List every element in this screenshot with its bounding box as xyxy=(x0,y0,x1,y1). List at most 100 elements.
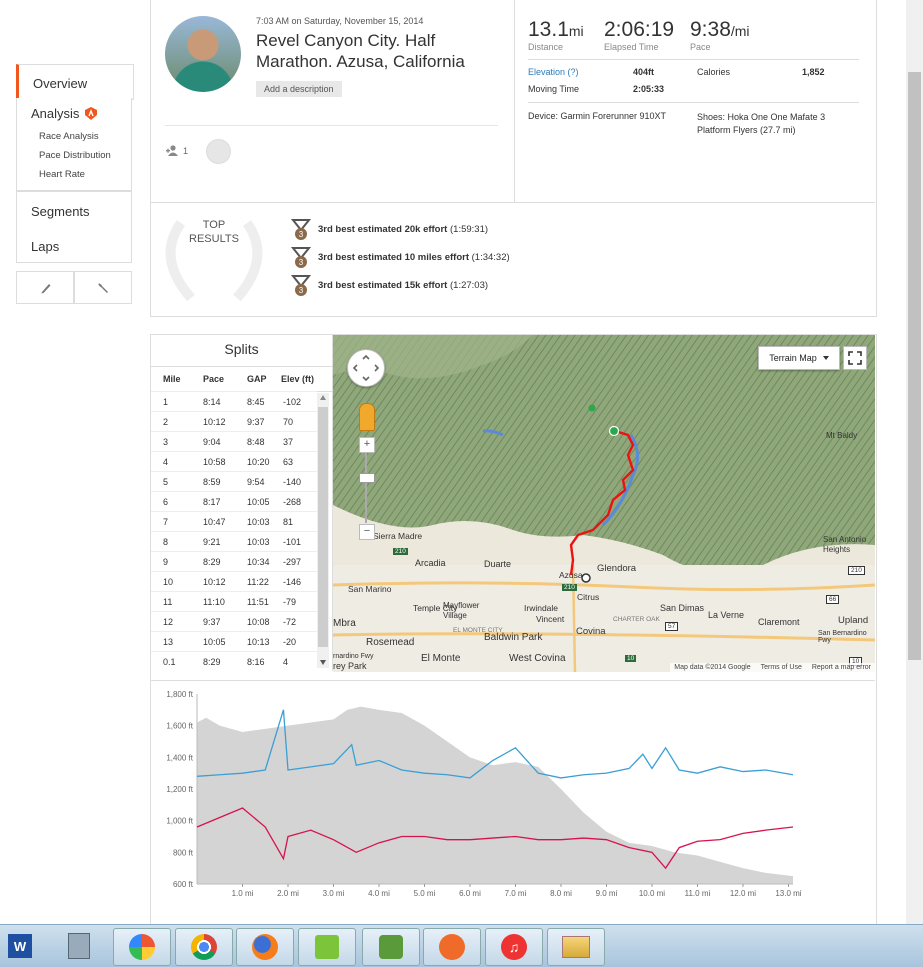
shoes-info[interactable]: Shoes: Hoka One One Mafate 3 Platform Fl… xyxy=(697,111,825,137)
splits-scroll-up-icon[interactable] xyxy=(320,395,326,400)
top-result-1-time: (1:59:31) xyxy=(450,224,489,235)
splits-row[interactable]: 7 10:47 10:03 81 xyxy=(151,511,317,532)
split-mile: 5 xyxy=(163,477,169,487)
split-pace: 8:17 xyxy=(203,497,221,507)
nav-race-analysis[interactable]: Race Analysis xyxy=(17,131,99,142)
route-map[interactable]: Mt Baldy Sierra Madre Arcadia Duarte Gle… xyxy=(333,335,875,672)
header-left-divider xyxy=(165,125,498,126)
edit-button[interactable] xyxy=(16,271,75,304)
map-place-sierra-madre: Sierra Madre xyxy=(373,531,423,541)
splits-scrollbar[interactable] xyxy=(317,393,329,668)
split-elev: -101 xyxy=(283,537,302,547)
map-place-duarte: Duarte xyxy=(484,559,512,569)
taskbar-itunes[interactable]: ♫ xyxy=(485,928,543,966)
splits-row[interactable]: 13 10:05 10:13 -20 xyxy=(151,631,317,652)
split-mile: 11 xyxy=(163,597,173,607)
map-report-link[interactable]: Report a map error xyxy=(812,664,871,671)
taskbar-calculator[interactable] xyxy=(51,928,107,964)
zoom-slider-handle[interactable] xyxy=(359,473,375,483)
map-pan-control[interactable] xyxy=(347,349,385,387)
top-result-1[interactable]: 3 3rd best estimated 20k effort (1:59:31… xyxy=(290,218,488,241)
x-tick-label: 4.0 mi xyxy=(368,889,390,898)
y-tick-label: 1,000 ft xyxy=(166,817,193,826)
header-divider-vertical xyxy=(514,0,515,202)
taskbar-evernote[interactable] xyxy=(362,928,420,966)
activity-title-line-1: Revel Canyon City. Half xyxy=(256,31,436,50)
taskbar-photo-app[interactable] xyxy=(423,928,481,966)
kudos-group[interactable]: 1 xyxy=(166,145,188,156)
split-mile: 7 xyxy=(163,517,169,527)
split-pace: 10:05 xyxy=(203,637,226,647)
y-tick-label: 1,400 ft xyxy=(166,753,193,762)
splits-row[interactable]: 3 9:04 8:48 37 xyxy=(151,431,317,452)
distance-unit: mi xyxy=(568,23,584,39)
shoes-line-1: Shoes: Hoka One One Mafate 3 xyxy=(697,112,826,122)
nav-analysis[interactable]: Analysis xyxy=(17,106,98,121)
split-pace: 11:10 xyxy=(203,597,225,607)
split-mile: 4 xyxy=(163,457,169,467)
kudos-avatar[interactable] xyxy=(206,139,231,164)
splits-header-pace: Pace xyxy=(203,374,225,384)
splits-row[interactable]: 10 10:12 11:22 -146 xyxy=(151,571,317,592)
x-tick-label: 11.0 mi xyxy=(685,889,711,898)
split-gap: 9:54 xyxy=(247,477,265,487)
actions-button[interactable] xyxy=(73,271,132,304)
split-mile: 13 xyxy=(163,637,174,647)
splits-title: Splits xyxy=(224,341,259,357)
nav-segments[interactable]: Segments xyxy=(17,204,90,219)
zoom-in-button[interactable]: + xyxy=(359,437,375,453)
splits-row[interactable]: 4 10:58 10:20 63 xyxy=(151,451,317,472)
nav-heart-rate[interactable]: Heart Rate xyxy=(17,169,85,180)
splits-row[interactable]: 12 9:37 10:08 -72 xyxy=(151,611,317,632)
splits-row[interactable]: 6 8:17 10:05 -268 xyxy=(151,491,317,512)
page-scroll-thumb[interactable] xyxy=(908,72,921,660)
highway-shield-210-east: 210 xyxy=(848,566,865,575)
top-result-3[interactable]: 3 3rd best estimated 15k effort (1:27:03… xyxy=(290,274,488,297)
elevation-link[interactable]: Elevation (?) xyxy=(528,67,579,77)
moving-time-value: 2:05:33 xyxy=(633,84,665,94)
splits-scroll-thumb[interactable] xyxy=(318,407,328,647)
elevation-pace-chart[interactable]: 1,800 ft 1,600 ft 1,400 ft 1,200 ft 1,000 ft… xyxy=(151,682,875,912)
split-gap: 11:22 xyxy=(247,577,269,587)
top-result-1-label: 3rd best estimated 20k effort xyxy=(318,224,448,235)
map-place-el-monte: El Monte xyxy=(421,653,461,664)
map-terms-link[interactable]: Terms of Use xyxy=(761,664,802,671)
split-gap: 10:34 xyxy=(247,557,270,567)
top-result-2[interactable]: 3 3rd best estimated 10 miles effort (1:… xyxy=(290,246,510,269)
nav-pace-distribution[interactable]: Pace Distribution xyxy=(17,150,111,161)
split-elev: -268 xyxy=(283,497,302,507)
add-description-button[interactable]: Add a description xyxy=(256,81,342,97)
athlete-avatar[interactable] xyxy=(165,16,241,92)
map-place-sb-fwy-west: rnardino Fwy xyxy=(333,653,374,660)
splits-row[interactable]: 8 9:21 10:03 -101 xyxy=(151,531,317,552)
fullscreen-button[interactable] xyxy=(843,346,867,370)
taskbar-explorer[interactable] xyxy=(547,928,605,966)
explorer-icon xyxy=(562,936,590,958)
highway-shield-10: 10 xyxy=(625,655,637,662)
distance-value: 13.1 xyxy=(528,18,569,41)
split-gap: 11:51 xyxy=(247,597,269,607)
splits-scroll-down-icon[interactable] xyxy=(320,660,326,665)
zoom-slider[interactable] xyxy=(365,453,367,523)
splits-row[interactable]: 9 8:29 10:34 -297 xyxy=(151,551,317,572)
split-elev: -297 xyxy=(283,557,302,567)
splits-row[interactable]: 0.1 8:29 8:16 4 xyxy=(151,651,317,672)
taskbar-chrome[interactable] xyxy=(175,928,233,966)
y-tick-label: 800 ft xyxy=(173,848,194,857)
splits-row[interactable]: 11 11:10 11:51 -79 xyxy=(151,591,317,612)
splits-row[interactable]: 2 10:12 9:37 70 xyxy=(151,411,317,432)
taskbar-picasa[interactable] xyxy=(113,928,171,966)
map-type-dropdown[interactable]: Terrain Map xyxy=(758,346,840,370)
nav-overview[interactable]: Overview xyxy=(19,76,87,91)
page-scrollbar[interactable] xyxy=(906,0,923,924)
splits-row[interactable]: 1 8:14 8:45 -102 xyxy=(151,391,317,412)
taskbar-word[interactable]: W xyxy=(2,928,38,964)
nav-laps[interactable]: Laps xyxy=(17,239,59,254)
map-place-mayflower-village: Mayflower Village xyxy=(443,601,480,620)
zoom-out-button[interactable]: − xyxy=(359,524,375,540)
split-pace: 9:37 xyxy=(203,617,221,627)
taskbar-firefox[interactable] xyxy=(236,928,294,966)
street-view-pegman-icon[interactable] xyxy=(359,403,375,431)
splits-row[interactable]: 5 8:59 9:54 -140 xyxy=(151,471,317,492)
taskbar-app[interactable] xyxy=(298,928,356,966)
